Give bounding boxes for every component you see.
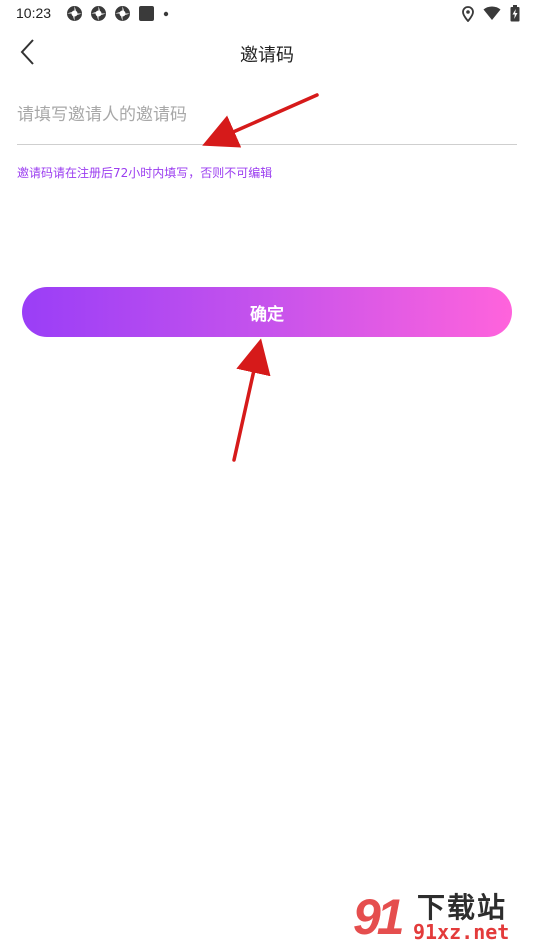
annotation-arrow-to-button (232, 338, 271, 462)
status-time: 10:23 (16, 5, 52, 21)
watermark-number: 91 (353, 889, 405, 945)
page-title: 邀请码 (240, 45, 294, 66)
location-icon (462, 5, 474, 22)
invite-code-field (17, 95, 517, 145)
app-notification-icon (115, 6, 130, 21)
confirm-button[interactable]: 确定 (22, 287, 512, 337)
battery-charging-icon (510, 5, 520, 22)
status-bar: 10:23 (0, 0, 534, 28)
square-app-icon (139, 6, 154, 21)
wifi-icon (483, 6, 501, 20)
system-icons (462, 5, 520, 22)
app-header: 邀请码 (0, 28, 534, 78)
watermark-url: 91xz.net (413, 920, 510, 944)
notification-icons (66, 5, 170, 22)
app-notification-icon (67, 6, 82, 21)
more-notifications-dot-icon (163, 11, 169, 17)
invite-code-hint: 邀请码请在注册后72小时内填写，否则不可编辑 (17, 166, 273, 180)
invite-code-input[interactable] (17, 95, 517, 135)
app-notification-icon (91, 6, 106, 21)
site-watermark: 91 下载站 91xz.net (353, 886, 528, 946)
